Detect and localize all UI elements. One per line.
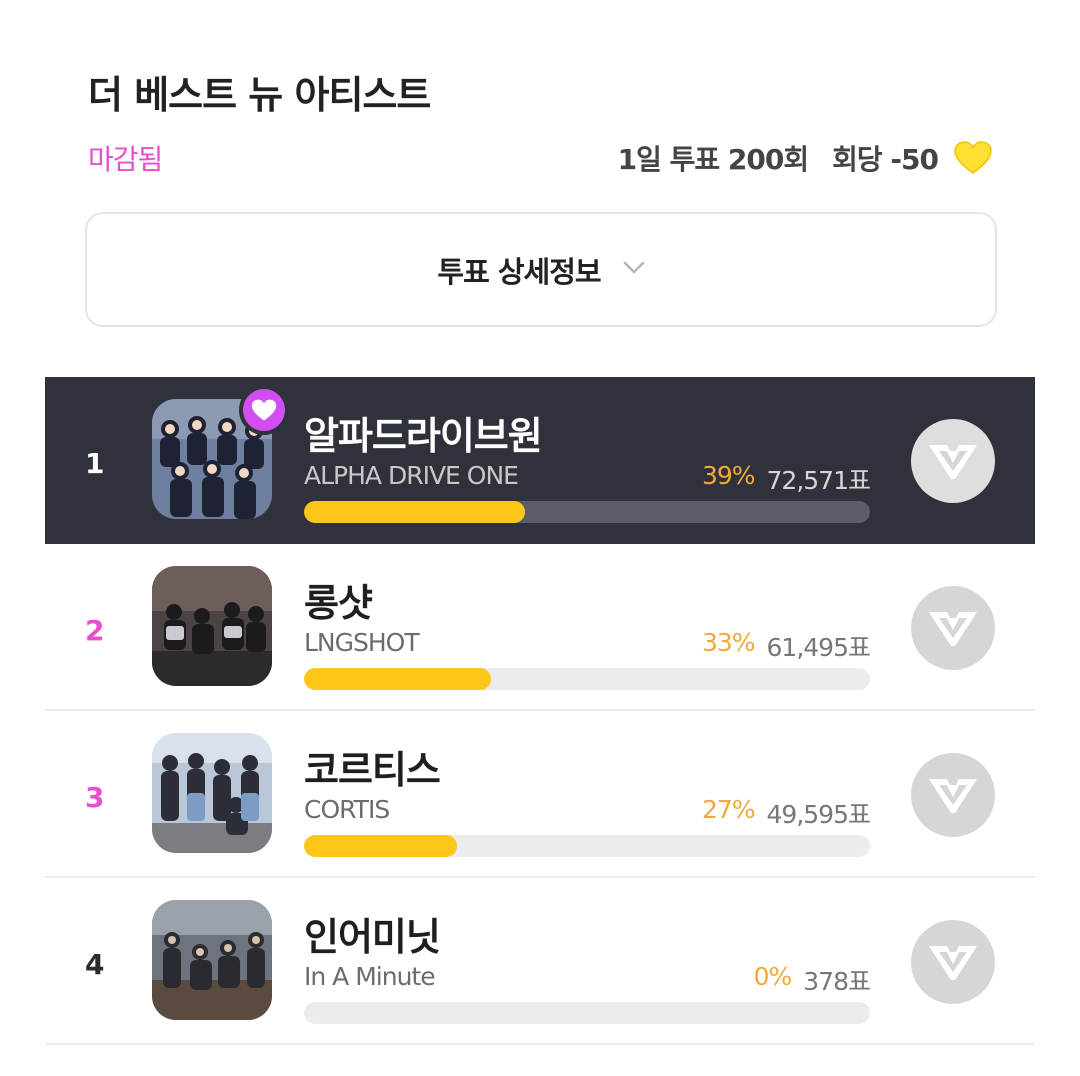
vote-progress-bar <box>304 668 870 690</box>
artist-name-korean: 코르티스 <box>304 748 441 792</box>
vote-count: 49,595표 <box>766 800 871 829</box>
vote-logo-icon <box>929 779 977 813</box>
vote-logo-icon <box>929 445 977 479</box>
vote-info: 1일 투표 200회 회당 -50 <box>618 138 992 178</box>
vote-count: 72,571표 <box>766 466 871 495</box>
ranking-row[interactable]: 3 코르티스 CORTIS 27% 49,595표 <box>45 711 1035 878</box>
vote-progress-bar <box>304 1002 870 1024</box>
rank-number: 2 <box>85 614 105 647</box>
status-label: 마감됨 <box>88 143 163 176</box>
ranking-row[interactable]: 2 롱샷 LNGSHOT 33% 61,495표 <box>45 544 1035 711</box>
vote-stats: 0% 378표 <box>753 962 871 998</box>
vote-progress-fill <box>304 668 491 690</box>
rank-number: 1 <box>85 447 105 480</box>
vote-stats: 27% 49,595표 <box>701 795 871 831</box>
per-vote-cost: 회당 -50 <box>832 143 939 176</box>
vote-button[interactable] <box>911 920 995 1004</box>
vote-rule: 1일 투표 200회 <box>617 143 809 176</box>
vote-count: 378표 <box>803 967 871 996</box>
artist-photo <box>152 566 272 686</box>
ranking-row[interactable]: 4 인어미닛 In A Minute 0% 378표 <box>45 878 1035 1045</box>
artist-name-english: ALPHA DRIVE ONE <box>304 461 519 490</box>
vote-count: 61,495표 <box>766 633 871 662</box>
vote-button[interactable] <box>911 586 995 670</box>
artist-name-korean: 인어미닛 <box>304 915 441 959</box>
ranking-list: 1 알파드라이브원 ALPHA DRIVE ONE 39% 72,571표 2 … <box>45 377 1035 1045</box>
artist-name-korean: 알파드라이브원 <box>304 414 543 458</box>
rank-number: 3 <box>85 781 105 814</box>
vote-progress-bar <box>304 835 870 857</box>
vote-logo-icon <box>929 946 977 980</box>
vote-button[interactable] <box>911 753 995 837</box>
vote-progress-fill <box>304 835 457 857</box>
yellow-heart-icon <box>954 141 992 175</box>
vote-percent: 27% <box>701 795 756 824</box>
artist-name-english: CORTIS <box>304 795 390 824</box>
vote-percent: 0% <box>753 962 793 991</box>
page-title: 더 베스트 뉴 아티스트 <box>88 73 431 117</box>
artist-name-english: In A Minute <box>304 962 436 991</box>
vote-percent: 33% <box>701 628 756 657</box>
vote-progress-bar <box>304 501 870 523</box>
vote-stats: 39% 72,571표 <box>701 461 871 497</box>
artist-name-english: LNGSHOT <box>304 628 420 657</box>
vote-stats: 33% 61,495표 <box>701 628 871 664</box>
rank-number: 4 <box>85 948 105 981</box>
artist-photo <box>152 900 272 1020</box>
ranking-row[interactable]: 1 알파드라이브원 ALPHA DRIVE ONE 39% 72,571표 <box>45 377 1035 544</box>
vote-detail-toggle[interactable]: 투표 상세정보 <box>85 212 997 327</box>
artist-photo <box>152 733 272 853</box>
favorite-heart-icon <box>239 385 289 435</box>
artist-name-korean: 롱샷 <box>304 581 373 625</box>
vote-button[interactable] <box>911 419 995 503</box>
vote-logo-icon <box>929 612 977 646</box>
chevron-down-icon <box>623 260 645 279</box>
vote-percent: 39% <box>701 461 756 490</box>
vote-detail-label: 투표 상세정보 <box>437 254 601 289</box>
vote-progress-fill <box>304 501 525 523</box>
